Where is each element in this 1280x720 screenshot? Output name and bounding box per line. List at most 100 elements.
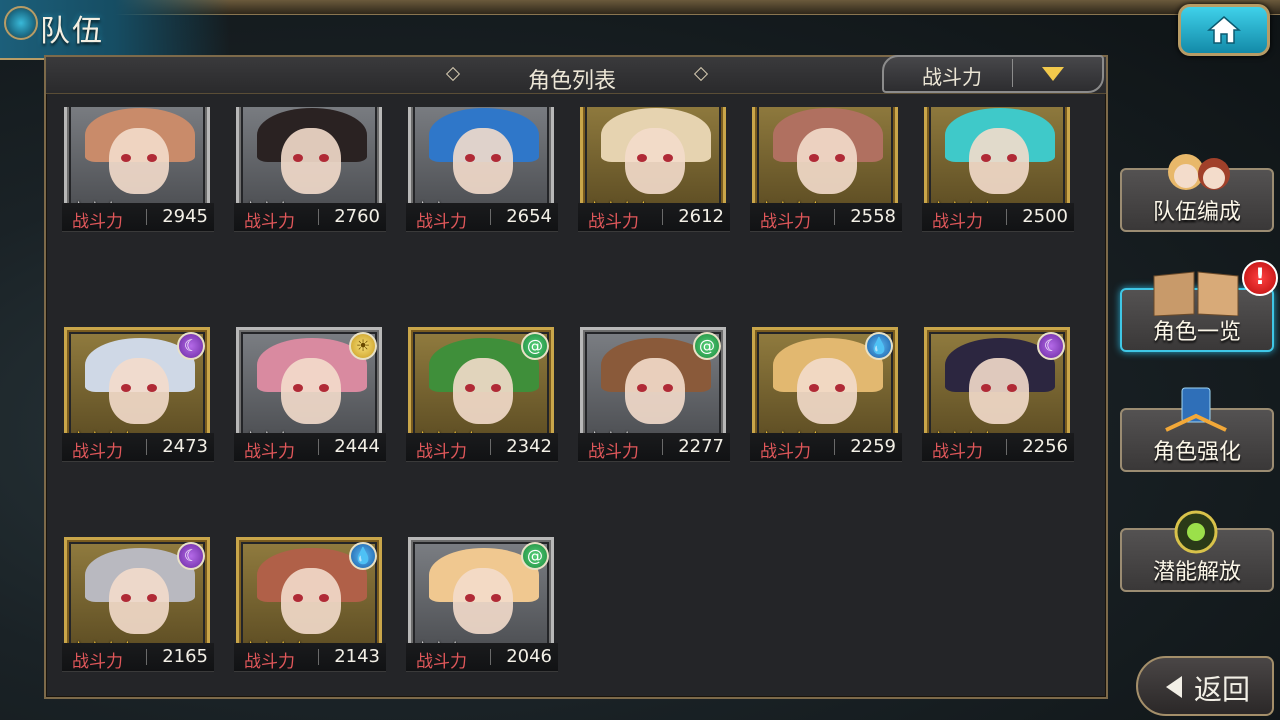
character-card[interactable]: @★★★战斗力2046 bbox=[406, 537, 558, 687]
character-face bbox=[625, 358, 685, 424]
water-drop-icon: 💧 bbox=[349, 542, 377, 570]
alert-badge-icon: ! bbox=[1242, 260, 1278, 296]
character-card[interactable]: 💧★★★★战斗力2259 bbox=[750, 327, 902, 517]
power-value: 2612 bbox=[678, 206, 724, 227]
power-bar: 战斗力 2342 bbox=[406, 433, 558, 462]
power-value: 2500 bbox=[1022, 206, 1068, 227]
power-label: 战斗力 bbox=[416, 212, 467, 232]
character-card[interactable]: ★★★战斗力2945 bbox=[62, 107, 214, 287]
power-separator bbox=[490, 649, 491, 665]
character-grid: ★★★战斗力2945★★★战斗力2760★★战斗力2654★★★★战斗力2612… bbox=[62, 107, 1092, 687]
sun-icon: ☀ bbox=[349, 332, 377, 360]
character-eye bbox=[637, 154, 647, 162]
power-separator bbox=[146, 209, 147, 225]
power-separator bbox=[834, 209, 835, 225]
power-bar: 战斗力 2654 bbox=[406, 203, 558, 232]
panel-header: 角色列表 战斗力 bbox=[46, 55, 1106, 94]
power-separator bbox=[490, 439, 491, 455]
character-face bbox=[109, 358, 169, 424]
power-bar: 战斗力 2500 bbox=[922, 203, 1074, 232]
character-card[interactable]: ☾★★★★战斗力2256 bbox=[922, 327, 1074, 517]
character-enhance-button[interactable]: 角色强化 bbox=[1120, 387, 1274, 472]
character-card[interactable]: @★★★★战斗力2342 bbox=[406, 327, 558, 517]
character-face bbox=[453, 358, 513, 424]
back-button[interactable]: 返回 bbox=[1136, 656, 1274, 716]
character-face bbox=[969, 128, 1029, 194]
character-eye bbox=[121, 384, 131, 392]
power-value: 2165 bbox=[162, 646, 208, 667]
character-card[interactable]: ★★★战斗力2760 bbox=[234, 107, 386, 287]
moon-icon: ☾ bbox=[1037, 332, 1065, 360]
character-eye bbox=[121, 594, 131, 602]
power-value: 2945 bbox=[162, 206, 208, 227]
power-value: 2277 bbox=[678, 436, 724, 457]
power-label: 战斗力 bbox=[72, 652, 123, 672]
power-value: 2473 bbox=[162, 436, 208, 457]
wind-swirl-icon: @ bbox=[693, 332, 721, 360]
character-card[interactable]: ★★★★战斗力2558 bbox=[750, 107, 902, 287]
character-face bbox=[109, 568, 169, 634]
potential-orb-icon bbox=[1174, 510, 1218, 554]
power-separator bbox=[834, 439, 835, 455]
character-card[interactable]: 💧★★★★战斗力2143 bbox=[234, 537, 386, 687]
water-drop-icon: 💧 bbox=[865, 332, 893, 360]
character-list-panel: 角色列表 战斗力 ★★★战斗力2945★★★战斗力2760★★战斗力2654★★… bbox=[44, 55, 1108, 699]
potential-unlock-button[interactable]: 潜能解放 bbox=[1120, 510, 1274, 592]
power-bar: 战斗力 2945 bbox=[62, 203, 214, 232]
character-eye bbox=[809, 154, 819, 162]
team-edit-button[interactable]: 队伍编成 bbox=[1120, 154, 1274, 232]
book-icon bbox=[1153, 271, 1239, 316]
power-bar: 战斗力 2760 bbox=[234, 203, 386, 232]
power-bar: 战斗力 2612 bbox=[578, 203, 730, 232]
wind-swirl-icon: @ bbox=[521, 332, 549, 360]
character-card[interactable]: ☾★★★★战斗力2165 bbox=[62, 537, 214, 687]
power-separator bbox=[318, 649, 319, 665]
character-eye bbox=[293, 594, 303, 602]
character-eye bbox=[809, 384, 819, 392]
character-eye bbox=[147, 154, 157, 162]
power-separator bbox=[146, 649, 147, 665]
power-label: 战斗力 bbox=[760, 212, 811, 232]
sort-dropdown[interactable]: 战斗力 bbox=[882, 55, 1104, 93]
power-label: 战斗力 bbox=[244, 212, 295, 232]
title-ornament-icon bbox=[4, 6, 38, 40]
character-eye bbox=[465, 384, 475, 392]
sort-label: 战斗力 bbox=[922, 65, 982, 89]
power-bar: 战斗力 2277 bbox=[578, 433, 730, 462]
power-value: 2444 bbox=[334, 436, 380, 457]
power-value: 2046 bbox=[506, 646, 552, 667]
enhance-crystal-icon bbox=[1165, 387, 1227, 432]
power-label: 战斗力 bbox=[416, 652, 467, 672]
power-label: 战斗力 bbox=[588, 442, 639, 462]
power-label: 战斗力 bbox=[932, 212, 983, 232]
character-face bbox=[969, 358, 1029, 424]
triangle-down-icon bbox=[1042, 67, 1064, 81]
character-card[interactable]: @★★★战斗力2277 bbox=[578, 327, 730, 517]
sort-divider bbox=[1012, 59, 1013, 87]
character-eye bbox=[319, 594, 329, 602]
power-value: 2760 bbox=[334, 206, 380, 227]
page-title: 队伍 bbox=[40, 14, 104, 49]
home-button[interactable] bbox=[1178, 4, 1270, 56]
character-eye bbox=[293, 384, 303, 392]
power-bar: 战斗力 2143 bbox=[234, 643, 386, 672]
character-card[interactable]: ☾★★★★战斗力2473 bbox=[62, 327, 214, 517]
character-card[interactable]: ★★★★战斗力2612 bbox=[578, 107, 730, 287]
character-card[interactable]: ☀★★★战斗力2444 bbox=[234, 327, 386, 517]
power-bar: 战斗力 2046 bbox=[406, 643, 558, 672]
character-list-button[interactable]: 角色一览 bbox=[1120, 271, 1274, 352]
character-eye bbox=[491, 594, 501, 602]
power-bar: 战斗力 2256 bbox=[922, 433, 1074, 462]
power-separator bbox=[1006, 439, 1007, 455]
character-eye bbox=[465, 154, 475, 162]
character-card[interactable]: ★★战斗力2654 bbox=[406, 107, 558, 287]
power-label: 战斗力 bbox=[588, 212, 639, 232]
character-card[interactable]: ★★★★战斗力2500 bbox=[922, 107, 1074, 287]
moon-icon: ☾ bbox=[177, 332, 205, 360]
character-eye bbox=[835, 384, 845, 392]
character-eye bbox=[491, 154, 501, 162]
character-eye bbox=[1007, 384, 1017, 392]
potential-unlock-label: 潜能解放 bbox=[1152, 560, 1241, 585]
character-eye bbox=[835, 154, 845, 162]
home-icon bbox=[1207, 16, 1241, 44]
